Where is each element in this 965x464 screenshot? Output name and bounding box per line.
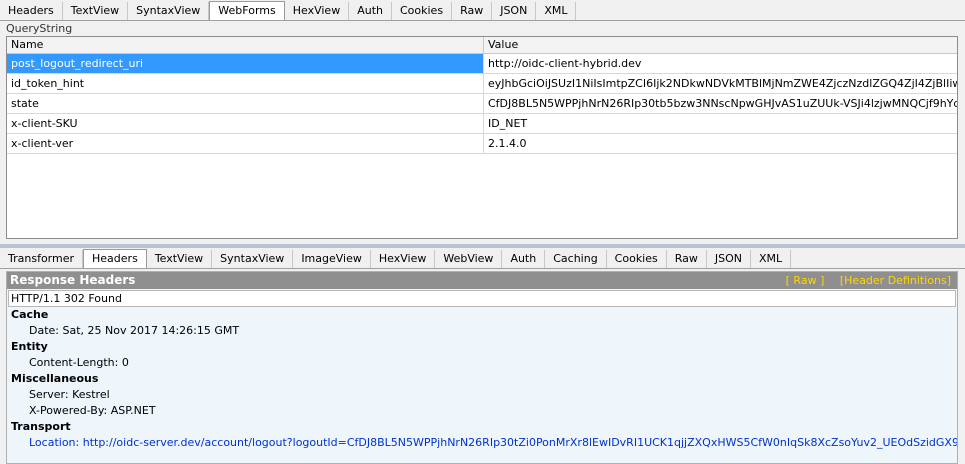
param-name-cell[interactable]: x-client-ver <box>7 134 484 153</box>
response-tab-cookies[interactable]: Cookies <box>607 250 667 268</box>
column-header-value[interactable]: Value <box>484 37 957 53</box>
request-tab-headers[interactable]: Headers <box>0 2 63 20</box>
param-name-cell[interactable]: id_token_hint <box>7 74 484 93</box>
request-tab-auth[interactable]: Auth <box>349 2 392 20</box>
request-tab-textview[interactable]: TextView <box>63 2 129 20</box>
response-tab-textview[interactable]: TextView <box>147 250 213 268</box>
response-headers-panel: Response Headers [ Raw ] [Header Definit… <box>6 271 958 464</box>
header-entry: Content-Length: 0 <box>29 356 129 369</box>
request-tab-xml[interactable]: XML <box>536 2 577 20</box>
table-row[interactable]: id_token_hint eyJhbGciOiJSUzI1NiIsImtpZCI… <box>7 74 957 94</box>
response-headers-title-bar: Response Headers [ Raw ] [Header Definit… <box>7 272 957 289</box>
grid-header: Name Value <box>7 37 957 54</box>
response-tab-transformer[interactable]: Transformer <box>0 250 84 268</box>
header-group-transport[interactable]: Transport <box>11 419 957 435</box>
header-entry: Date: Sat, 25 Nov 2017 14:26:15 GMT <box>29 324 240 337</box>
response-tab-hexview[interactable]: HexView <box>371 250 436 268</box>
location-header-link[interactable]: Location: http://oidc-server.dev/account… <box>29 435 957 451</box>
request-tab-cookies[interactable]: Cookies <box>392 2 453 20</box>
response-tab-bar: Transformer Headers TextView SyntaxView Imag… <box>0 248 965 269</box>
request-tab-json[interactable]: JSON <box>492 2 537 20</box>
querystring-grid: Name Value post_logout_redirect_uri http:… <box>6 36 958 239</box>
table-row[interactable]: x-client-SKU ID_NET <box>7 114 957 134</box>
param-name-cell[interactable]: post_logout_redirect_uri <box>7 54 484 73</box>
param-value-cell[interactable]: CfDJ8BL5N5WPPjhNrN26RIp30tb5bzw3NNscNpwG… <box>484 94 957 113</box>
header-entry: X-Powered-By: ASP.NET <box>29 404 156 417</box>
column-header-name[interactable]: Name <box>7 37 484 53</box>
param-name-cell[interactable]: x-client-SKU <box>7 114 484 133</box>
response-tab-webview[interactable]: WebView <box>435 250 503 268</box>
table-row[interactable]: state CfDJ8BL5N5WPPjhNrN26RIp30tb5bzw3NNs… <box>7 94 957 114</box>
response-tab-auth[interactable]: Auth <box>502 250 546 268</box>
header-group-cache[interactable]: Cache <box>11 307 957 323</box>
response-tab-xml[interactable]: XML <box>751 250 792 268</box>
status-line: HTTP/1.1 302 Found <box>8 290 956 307</box>
header-entry: Server: Kestrel <box>29 388 110 401</box>
request-tab-webforms[interactable]: WebForms <box>209 1 285 20</box>
response-headers-title: Response Headers <box>10 273 136 287</box>
querystring-label: QueryString <box>6 22 73 35</box>
param-name-cell[interactable]: state <box>7 94 484 113</box>
response-tab-raw[interactable]: Raw <box>667 250 707 268</box>
response-tab-headers[interactable]: Headers <box>83 249 147 268</box>
param-value-cell[interactable]: http://oidc-client-hybrid.dev <box>484 54 957 73</box>
table-row[interactable]: post_logout_redirect_uri http://oidc-clie… <box>7 54 957 74</box>
request-tab-hexview[interactable]: HexView <box>285 2 350 20</box>
header-group-entity[interactable]: Entity <box>11 339 957 355</box>
response-tab-syntaxview[interactable]: SyntaxView <box>212 250 294 268</box>
request-tab-raw[interactable]: Raw <box>452 2 493 20</box>
request-tab-syntaxview[interactable]: SyntaxView <box>128 2 210 20</box>
response-tab-json[interactable]: JSON <box>707 250 752 268</box>
table-row[interactable]: x-client-ver 2.1.4.0 <box>7 134 957 154</box>
param-value-cell[interactable]: eyJhbGciOiJSUzI1NiIsImtpZCI6Ijk2NDkwNDVk… <box>484 74 957 93</box>
response-tab-caching[interactable]: Caching <box>545 250 607 268</box>
response-tab-imageview[interactable]: ImageView <box>293 250 371 268</box>
request-tab-bar: Headers TextView SyntaxView WebForms HexView… <box>0 0 965 21</box>
header-definitions-link[interactable]: [Header Definitions] <box>840 274 951 287</box>
param-value-cell[interactable]: ID_NET <box>484 114 957 133</box>
header-group-miscellaneous[interactable]: Miscellaneous <box>11 371 957 387</box>
param-value-cell[interactable]: 2.1.4.0 <box>484 134 957 153</box>
raw-link[interactable]: [ Raw ] <box>786 274 825 287</box>
